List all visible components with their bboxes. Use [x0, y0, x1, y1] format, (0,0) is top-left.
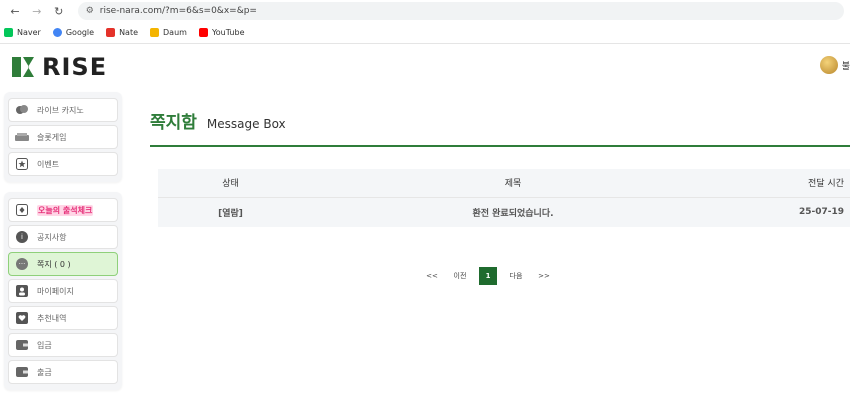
slot-machine-icon: [15, 130, 29, 144]
page-title: 쪽지함: [150, 113, 197, 133]
site-header: RISE 불: [0, 44, 850, 90]
pagination: << 이전 1 다음 >>: [418, 267, 558, 285]
message-title[interactable]: 환전 완료되었습니다.: [303, 196, 723, 227]
sidebar-item-attendance[interactable]: 오늘의 출석체크: [8, 198, 118, 222]
bookmark-label: Naver: [17, 28, 41, 37]
rise-logo-icon: [12, 57, 34, 77]
youtube-icon: [198, 28, 208, 37]
wallet-in-icon: [15, 338, 29, 352]
header-date: 전달 시간: [723, 169, 850, 197]
page-current-button[interactable]: 1: [479, 267, 497, 285]
url-field[interactable]: ⚙ rise-nara.com/?m=6&s=0&x=&p=: [77, 2, 844, 20]
message-dots-icon: ···: [15, 257, 29, 271]
sidebar-item-label: 출금: [37, 367, 52, 377]
page-title-row: 쪽지함 Message Box: [150, 108, 850, 147]
naver-icon: [4, 28, 13, 37]
back-arrow-icon[interactable]: ←: [6, 2, 24, 20]
user-badge[interactable]: 불: [819, 56, 850, 74]
sidebar-item-event[interactable]: 이벤트: [8, 152, 118, 176]
attendance-card-icon: [15, 203, 29, 217]
sidebar-group-account: 오늘의 출석체크 i 공지사항 ··· 쪽지 ( 0 ) 마이페이지 추천내역 …: [4, 192, 122, 390]
table-row[interactable]: [열람] 환전 완료되었습니다. 25-07-19: [158, 196, 850, 227]
bookmark-daum[interactable]: Daum: [150, 28, 187, 37]
recommend-icon: [15, 311, 29, 325]
casino-chips-icon: [15, 103, 29, 117]
logo-text: RISE: [42, 53, 108, 81]
site-settings-icon[interactable]: ⚙: [86, 6, 94, 16]
page-prev-button[interactable]: 이전: [451, 267, 469, 285]
header-status: 상태: [158, 169, 303, 197]
bookmarks-bar: Naver Google Nate Daum YouTube: [0, 22, 850, 44]
bookmark-youtube[interactable]: YouTube: [198, 28, 245, 37]
message-table: 상태 제목 전달 시간 [열람] 환전 완료되었습니다. 25-07-19: [158, 169, 850, 227]
google-icon: [52, 28, 62, 37]
user-name: 불: [841, 61, 850, 72]
table-header-row: 상태 제목 전달 시간: [158, 169, 850, 197]
page-subtitle: Message Box: [206, 117, 286, 131]
bookmark-label: Daum: [163, 28, 187, 37]
sidebar-item-label: 슬롯게임: [37, 132, 67, 142]
sidebar-item-label: 마이페이지: [37, 286, 74, 296]
medal-icon: [819, 56, 838, 74]
sidebar-item-recommend[interactable]: 추천내역: [8, 306, 118, 330]
browser-address-bar: ← → ↻ ⚙ rise-nara.com/?m=6&s=0&x=&p=: [0, 0, 850, 22]
page-last-button[interactable]: >>: [535, 267, 553, 285]
page-next-button[interactable]: 다음: [507, 267, 525, 285]
bookmark-label: Google: [65, 28, 95, 37]
bookmark-google[interactable]: Google: [52, 28, 95, 37]
sidebar-item-deposit[interactable]: 입금: [8, 333, 118, 357]
site-logo[interactable]: RISE: [12, 53, 107, 81]
page-content: 라이브 카지노 슬롯게임 이벤트 오늘의 출석체크 i 공지사항 ··· 쪽지 …: [0, 90, 850, 400]
url-text: rise-nara.com/?m=6&s=0&x=&p=: [99, 6, 257, 16]
sidebar-item-label: 공지사항: [37, 232, 67, 242]
sidebar-item-label: 이벤트: [37, 159, 60, 169]
sidebar-group-games: 라이브 카지노 슬롯게임 이벤트: [4, 92, 122, 182]
message-box-panel: 쪽지함 Message Box 상태 제목 전달 시간 [열람] 환전 완료되었…: [150, 108, 850, 227]
star-icon: [15, 157, 29, 171]
sidebar-item-label: 입금: [37, 340, 52, 350]
sidebar-item-messages[interactable]: ··· 쪽지 ( 0 ): [8, 252, 118, 276]
sidebar-item-slot[interactable]: 슬롯게임: [8, 125, 118, 149]
reload-icon[interactable]: ↻: [50, 2, 68, 20]
bookmark-naver[interactable]: Naver: [4, 28, 41, 37]
sidebar-item-live-casino[interactable]: 라이브 카지노: [8, 98, 118, 122]
message-status: [열람]: [158, 196, 303, 227]
info-icon: i: [15, 230, 29, 244]
forward-arrow-icon[interactable]: →: [28, 2, 46, 20]
sidebar-item-label: 추천내역: [37, 313, 67, 323]
user-icon: [15, 284, 29, 298]
sidebar-item-label: 오늘의 출석체크: [37, 204, 94, 216]
sidebar-item-mypage[interactable]: 마이페이지: [8, 279, 118, 303]
bookmark-nate[interactable]: Nate: [106, 28, 138, 37]
daum-icon: [150, 28, 160, 37]
sidebar-item-withdraw[interactable]: 출금: [8, 360, 118, 384]
sidebar: 라이브 카지노 슬롯게임 이벤트 오늘의 출석체크 i 공지사항 ··· 쪽지 …: [4, 92, 122, 400]
header-title: 제목: [303, 169, 723, 197]
page-first-button[interactable]: <<: [423, 267, 441, 285]
sidebar-item-label: 라이브 카지노: [37, 105, 84, 115]
sidebar-item-notice[interactable]: i 공지사항: [8, 225, 118, 249]
bookmark-label: Nate: [119, 28, 139, 37]
message-date: 25-07-19: [723, 196, 850, 227]
bookmark-label: YouTube: [211, 28, 245, 37]
wallet-out-icon: [15, 365, 29, 379]
nate-icon: [106, 28, 116, 37]
sidebar-item-label: 쪽지 ( 0 ): [37, 259, 71, 269]
